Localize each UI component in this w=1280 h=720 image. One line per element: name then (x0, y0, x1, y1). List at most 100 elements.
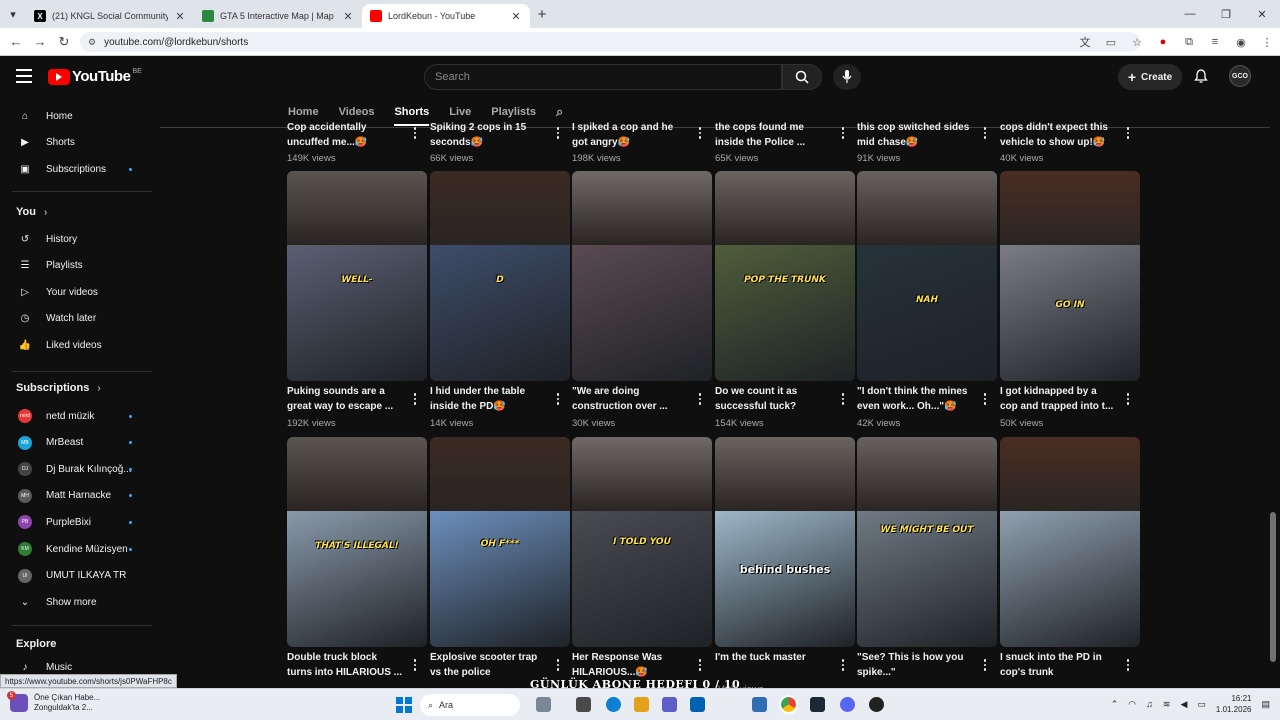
short-title[interactable]: I got kidnapped by a cop and trapped into… (1000, 385, 1120, 414)
browser-tab[interactable]: GTA 5 Interactive Map | Map Ge ✕ (194, 4, 362, 28)
sidebar-subscription[interactable]: KM Kendine Müzisyen (0, 536, 150, 562)
short-title[interactable]: "I don't think the mines even work... Oh.… (857, 385, 977, 414)
more-options-icon[interactable] (981, 392, 989, 406)
short-thumbnail[interactable] (572, 171, 712, 381)
news-widget[interactable]: 5 Öne Çıkan Habe... Zonguldak'ta 2... (7, 691, 100, 713)
short-title[interactable]: Her Response Was HILARIOUS...🥵 (572, 651, 692, 680)
page-scrollbar[interactable] (1270, 512, 1276, 662)
short-title[interactable]: I snuck into the PD in cop's trunk (1000, 651, 1120, 680)
voice-search-button[interactable] (833, 64, 861, 90)
sidebar-subscription[interactable]: DJ Dj Burak Kılınçoğ... (0, 456, 150, 482)
short-title[interactable]: I'm the tuck master (715, 651, 835, 666)
profile-icon[interactable]: ◉ (1228, 36, 1254, 49)
browser-tab[interactable]: X (21) KNGL Social Community / ✕ (26, 4, 194, 28)
terminal-icon[interactable] (576, 697, 591, 712)
teams-icon[interactable] (662, 697, 677, 712)
notification-center-icon[interactable]: ▤ (1261, 699, 1270, 710)
channel-search-icon[interactable]: ⌕ (556, 104, 563, 120)
search-button[interactable] (782, 64, 822, 90)
short-thumbnail[interactable]: behind bushes (715, 437, 855, 647)
windows-start-icon[interactable] (396, 697, 412, 713)
clock[interactable]: 16:21 1.01.2026 (1216, 693, 1252, 715)
notifications-bell-icon[interactable] (1193, 68, 1209, 84)
short-title[interactable]: this cop switched sides mid chase🥵 (857, 121, 977, 150)
show-more-button[interactable]: ⌄ Show more (0, 589, 150, 615)
search-input[interactable]: Search (424, 64, 782, 90)
outlook-icon[interactable] (752, 697, 767, 712)
channel-tab-playlists[interactable]: Playlists (491, 106, 536, 118)
short-thumbnail[interactable]: I TOLD YOU (572, 437, 712, 647)
sidebar-subscription[interactable]: UI UMUT ILKAYA TR (0, 563, 150, 589)
browser-menu-icon[interactable]: ⋮ (1254, 36, 1280, 49)
short-title[interactable]: Explosive scooter trap vs the police (430, 651, 550, 680)
channel-tab-live[interactable]: Live (449, 106, 471, 118)
more-options-icon[interactable] (981, 658, 989, 672)
more-options-icon[interactable] (1124, 392, 1132, 406)
more-options-icon[interactable] (981, 126, 989, 140)
maximize-icon[interactable]: ❐ (1208, 0, 1244, 28)
reload-icon[interactable]: ↻ (52, 34, 76, 50)
sidebar-item[interactable]: ▶ Shorts (0, 130, 150, 156)
headset-icon[interactable]: ♫ (1146, 699, 1153, 709)
chrome-icon[interactable] (779, 695, 798, 714)
channel-tab-videos[interactable]: Videos (339, 106, 375, 118)
cast-icon[interactable]: ▭ (1098, 36, 1124, 49)
short-title[interactable]: "We are doing construction over ... (572, 385, 692, 414)
sidebar-subscription[interactable]: netd netd müzik (0, 403, 150, 429)
more-options-icon[interactable] (1124, 658, 1132, 672)
sidebar-subscription[interactable]: MB MrBeast (0, 430, 150, 456)
sidebar-subscription[interactable]: MH Matt Harnacke (0, 483, 150, 509)
more-options-icon[interactable] (554, 658, 562, 672)
short-title[interactable]: Double truck block turns into HILARIOUS .… (287, 651, 407, 680)
short-title[interactable]: Cop accidentally uncuffed me...🥵 (287, 121, 407, 150)
steam-icon[interactable] (810, 697, 825, 712)
short-thumbnail[interactable] (1000, 437, 1140, 647)
wifi-icon[interactable]: ≋ (1163, 699, 1171, 710)
short-thumbnail[interactable]: GO IN (1000, 171, 1140, 381)
edge-icon[interactable] (606, 697, 621, 712)
short-title[interactable]: the cops found me inside the Police ... (715, 121, 835, 150)
task-view-icon[interactable] (536, 697, 551, 712)
tab-close-icon[interactable]: ✕ (342, 10, 354, 23)
short-title[interactable]: "See? This is how you spike..." (857, 651, 977, 680)
more-options-icon[interactable] (839, 126, 847, 140)
more-options-icon[interactable] (411, 392, 419, 406)
short-title[interactable]: I hid under the table inside the PD🥵 (430, 385, 550, 414)
minimize-icon[interactable]: — (1172, 0, 1208, 28)
more-options-icon[interactable] (554, 126, 562, 140)
more-options-icon[interactable] (696, 126, 704, 140)
tab-search-icon[interactable]: ▾ (0, 0, 26, 28)
sidebar-item[interactable]: ⌂ Home (0, 103, 150, 129)
url-field[interactable]: ⚙ youtube.com/@lordkebun/shorts (80, 32, 1140, 52)
short-thumbnail[interactable]: POP THE TRUNK (715, 171, 855, 381)
more-options-icon[interactable] (839, 392, 847, 406)
tab-close-icon[interactable]: ✕ (174, 10, 186, 23)
forward-icon[interactable]: → (28, 34, 52, 49)
sidebar-item[interactable]: ▷ Your videos (0, 279, 150, 305)
sidebar-item[interactable]: 👍 Liked videos (0, 332, 150, 358)
file-explorer-icon[interactable] (634, 697, 649, 712)
short-thumbnail[interactable]: WELL- (287, 171, 427, 381)
short-title[interactable]: Do we count it as successful tuck? (715, 385, 835, 414)
short-title[interactable]: Spiking 2 cops in 15 seconds🥵 (430, 121, 550, 150)
sidebar-item[interactable]: ◷ Watch later (0, 306, 150, 332)
sidebar-item[interactable]: ↺ History (0, 226, 150, 252)
menu-icon[interactable] (16, 69, 32, 83)
short-title[interactable]: cops didn't expect this vehicle to show u… (1000, 121, 1120, 150)
volume-icon[interactable]: ◀ (1180, 699, 1187, 710)
short-thumbnail[interactable]: D (430, 171, 570, 381)
more-options-icon[interactable] (1124, 126, 1132, 140)
short-thumbnail[interactable]: NAH (857, 171, 997, 381)
bookmark-star-icon[interactable]: ☆ (1124, 36, 1150, 49)
store-icon[interactable] (690, 697, 705, 712)
more-options-icon[interactable] (554, 392, 562, 406)
more-options-icon[interactable] (696, 658, 704, 672)
short-thumbnail[interactable]: OH F*** (430, 437, 570, 647)
youtube-logo[interactable]: YouTube BE (48, 68, 142, 85)
tray-chevron-icon[interactable]: ⌃ (1111, 699, 1119, 710)
extension-red-icon[interactable]: ● (1150, 36, 1176, 48)
site-info-icon[interactable]: ⚙ (88, 37, 96, 48)
short-title[interactable]: I spiked a cop and he got angry🥵 (572, 121, 692, 150)
close-window-icon[interactable]: ✕ (1244, 0, 1280, 28)
sidebar-subscriptions-heading[interactable]: Subscriptions › (16, 382, 101, 394)
